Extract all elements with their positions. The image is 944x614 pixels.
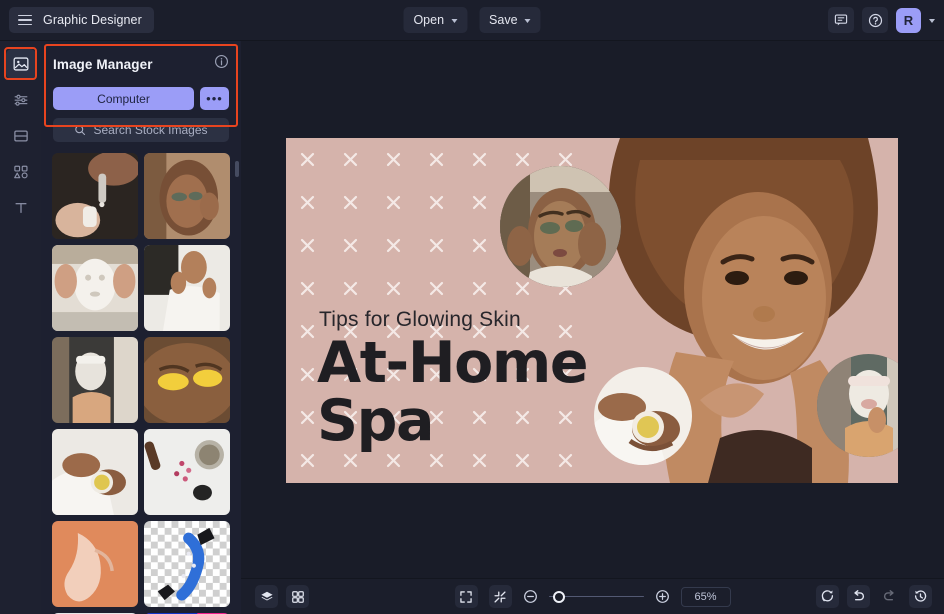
layers-icon: [260, 591, 273, 600]
history-controls: [816, 585, 932, 608]
design-heading[interactable]: At-Home Spa: [317, 330, 589, 454]
design-heading-line2: Spa: [317, 388, 435, 454]
search-icon: [75, 125, 86, 136]
panel-title: Image Manager: [53, 56, 153, 72]
history-button[interactable]: [909, 585, 932, 608]
grid-icon: [291, 590, 304, 603]
avatar[interactable]: R: [896, 7, 921, 33]
comment-icon: [834, 14, 848, 26]
thumbnail-item[interactable]: [52, 153, 138, 239]
app-root: Graphic Designer Open Save R Image Manag…: [0, 0, 944, 614]
design-subheading[interactable]: Tips for Glowing Skin: [319, 308, 521, 332]
zoom-in-button[interactable]: [655, 589, 670, 604]
minus-circle-icon: [523, 590, 537, 603]
image-source-row: Computer •••: [53, 87, 229, 110]
circle-photo-balm-hands[interactable]: [594, 367, 692, 465]
thumbnail-item[interactable]: [52, 429, 138, 515]
top-right-actions: R: [828, 7, 935, 33]
file-actions: Open Save: [403, 7, 541, 33]
sidebar-item-elements[interactable]: [6, 157, 36, 187]
zoom-level-value: 65%: [694, 590, 717, 603]
search-placeholder: Search Stock Images: [93, 123, 208, 137]
collapse-button[interactable]: [488, 585, 512, 608]
zoom-slider-knob[interactable]: [552, 590, 565, 603]
more-label: •••: [206, 91, 223, 106]
save-label: Save: [489, 13, 518, 27]
canvas-stage[interactable]: Tips for Glowing Skin At-Home Spa: [241, 41, 944, 578]
app-menu-button[interactable]: Graphic Designer: [9, 7, 154, 33]
sliders-icon: [14, 94, 27, 106]
open-button[interactable]: Open: [403, 7, 468, 33]
account-chevron-down-icon[interactable]: [929, 18, 935, 23]
thumbnail-item[interactable]: [52, 337, 138, 423]
redo-button[interactable]: [878, 585, 901, 608]
thumbnail-item[interactable]: [144, 337, 230, 423]
thumbnail-item[interactable]: [144, 429, 230, 515]
avatar-initial: R: [903, 12, 914, 28]
reset-icon: [821, 590, 834, 602]
help-button[interactable]: [862, 7, 888, 33]
zoom-level-field[interactable]: 65%: [680, 586, 731, 607]
frame-icon: [13, 130, 28, 142]
plus-circle-icon: [655, 590, 669, 603]
computer-label: Computer: [97, 91, 150, 106]
reset-button[interactable]: [816, 585, 839, 608]
left-rail: [0, 41, 41, 614]
thumbnail-item[interactable]: [52, 245, 138, 331]
more-sources-button[interactable]: •••: [200, 87, 229, 110]
artboard[interactable]: Tips for Glowing Skin At-Home Spa: [286, 138, 898, 483]
sidebar-item-text[interactable]: [6, 193, 36, 223]
history-icon: [914, 590, 927, 602]
zoom-slider[interactable]: [548, 590, 644, 604]
bottom-left-tools: [255, 585, 309, 608]
zoom-controls: 65%: [454, 585, 731, 608]
fit-screen-icon: [460, 590, 472, 603]
bottom-bar: 65%: [241, 578, 944, 614]
zoom-out-button[interactable]: [523, 589, 538, 604]
help-circle-icon: [868, 13, 882, 27]
image-manager-panel: Image Manager Computer ••• Search Stock …: [41, 41, 241, 614]
sidebar-item-adjust[interactable]: [6, 85, 36, 115]
collapse-icon: [494, 590, 506, 603]
grid-button[interactable]: [286, 585, 309, 608]
open-label: Open: [413, 13, 445, 27]
info-circle-icon[interactable]: [214, 54, 229, 74]
thumbnail-item[interactable]: [144, 245, 230, 331]
circle-photo-eye-patches[interactable]: [500, 166, 621, 287]
text-icon: [15, 203, 26, 213]
image-icon: [13, 57, 28, 71]
thumbnail-list[interactable]: [41, 153, 241, 614]
thumbnail-item[interactable]: [52, 521, 138, 607]
undo-icon: [854, 590, 864, 601]
shapes-icon: [13, 165, 28, 179]
panel-scrollbar[interactable]: [235, 161, 239, 177]
design-heading-line1: At-Home: [317, 330, 589, 396]
undo-button[interactable]: [847, 585, 870, 608]
hamburger-icon: [18, 14, 32, 26]
sidebar-item-images[interactable]: [5, 49, 36, 79]
computer-source-button[interactable]: Computer: [53, 87, 194, 110]
fit-screen-button[interactable]: [454, 585, 478, 608]
top-bar: Graphic Designer Open Save R: [0, 0, 944, 41]
search-stock-images-input[interactable]: Search Stock Images: [53, 118, 229, 142]
panel-header: Image Manager Computer ••• Search Stock …: [41, 41, 241, 142]
sidebar-item-layout[interactable]: [6, 121, 36, 151]
chevron-down-icon: [451, 18, 458, 23]
chevron-down-icon: [524, 18, 531, 23]
comments-button[interactable]: [828, 7, 854, 33]
thumbnail-item[interactable]: [144, 153, 230, 239]
thumbnail-item[interactable]: [144, 521, 230, 607]
app-title: Graphic Designer: [43, 13, 142, 27]
thumbnail-grid: [52, 153, 230, 614]
save-button[interactable]: Save: [479, 7, 541, 33]
redo-icon: [884, 590, 894, 601]
layers-button[interactable]: [255, 585, 278, 608]
